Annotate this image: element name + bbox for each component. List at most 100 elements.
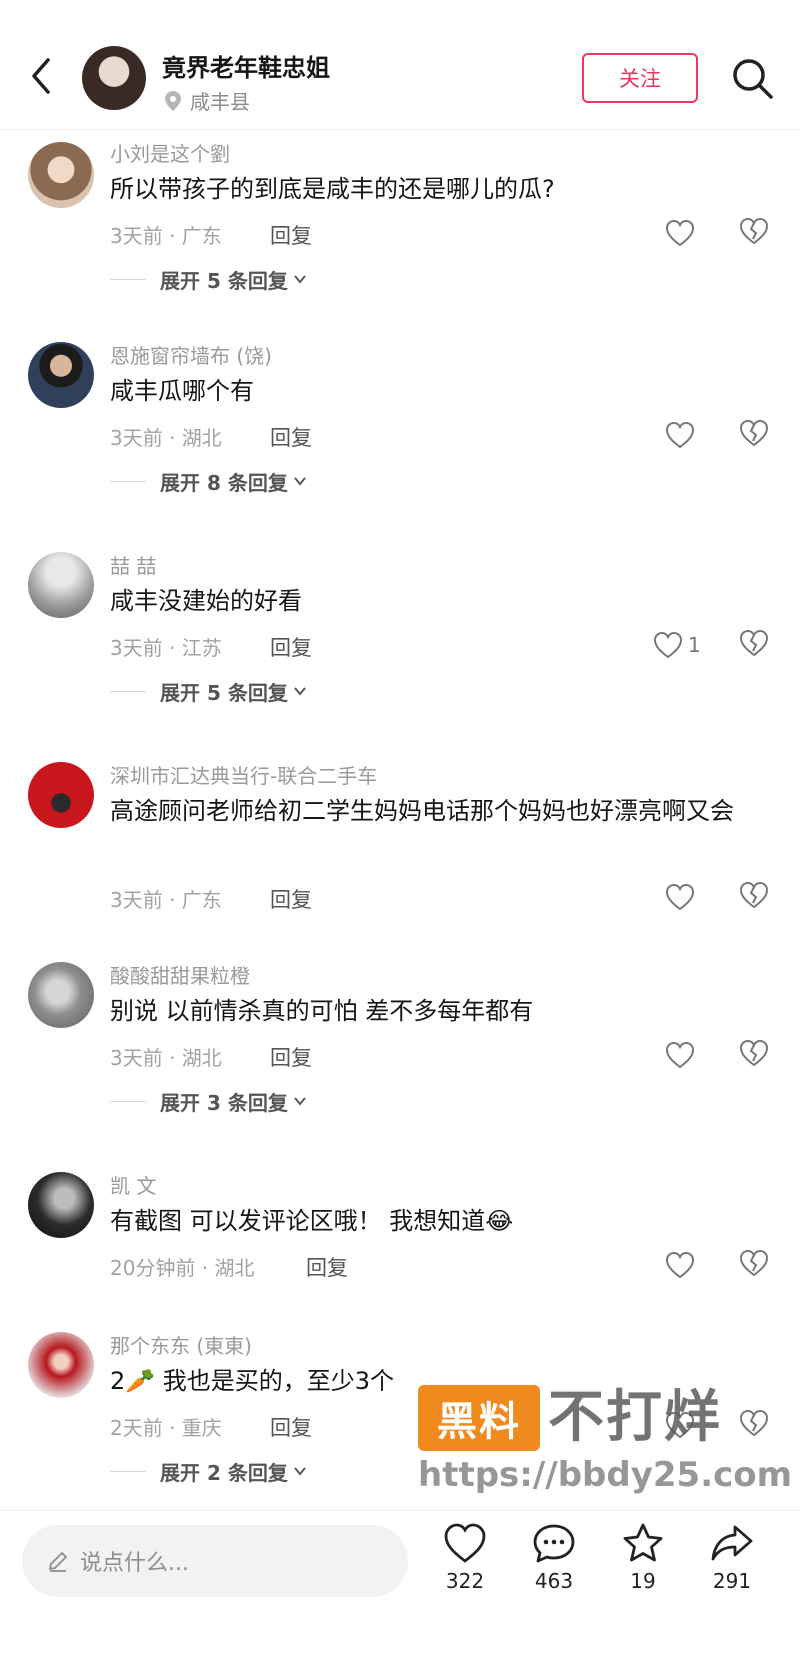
commenter-name[interactable]: 深圳市汇达典当行-联合二手车 bbox=[110, 760, 377, 789]
expand-replies-label: 展开 5 条回复 bbox=[160, 680, 288, 705]
author-name[interactable]: 竟界老年鞋忠姐 bbox=[162, 48, 330, 83]
chevron-down-icon bbox=[294, 1097, 306, 1106]
expand-replies-label: 展开 3 条回复 bbox=[160, 1090, 288, 1115]
expand-replies-button[interactable]: 展开 3 条回复 bbox=[110, 1086, 308, 1116]
commenter-avatar[interactable] bbox=[28, 552, 94, 618]
expand-replies-label: 展开 5 条回复 bbox=[160, 268, 288, 293]
search-button[interactable] bbox=[730, 56, 776, 102]
comment-input[interactable]: 说点什么... bbox=[22, 1525, 408, 1597]
comment-text[interactable]: 2🥕 我也是买的，至少3个 bbox=[110, 1360, 770, 1402]
reply-button[interactable]: 回复 bbox=[306, 1252, 348, 1282]
dislike-button[interactable] bbox=[738, 216, 770, 250]
broken-heart-icon bbox=[739, 217, 769, 245]
like-button[interactable] bbox=[664, 418, 700, 452]
heart-icon bbox=[665, 883, 695, 911]
heart-icon bbox=[665, 219, 695, 247]
comment-post-button[interactable]: 463 bbox=[519, 1521, 589, 1593]
broken-heart-icon bbox=[739, 629, 769, 657]
reply-button[interactable]: 回复 bbox=[270, 632, 312, 662]
heart-icon bbox=[665, 1041, 695, 1069]
expand-replies-label: 展开 8 条回复 bbox=[160, 470, 288, 495]
comment-meta: 3天前 · 江苏 bbox=[110, 636, 222, 660]
like-button[interactable] bbox=[664, 1408, 700, 1442]
commenter-name[interactable]: 那个东东 (東東) bbox=[110, 1330, 252, 1359]
comment-meta: 3天前 · 湖北 bbox=[110, 1046, 222, 1070]
comment-meta: 2天前 · 重庆 bbox=[110, 1416, 222, 1440]
comment-text[interactable]: 咸丰瓜哪个有 bbox=[110, 370, 770, 412]
commenter-avatar[interactable] bbox=[28, 1172, 94, 1238]
divider bbox=[110, 480, 146, 482]
comment-text[interactable]: 咸丰没建始的好看 bbox=[110, 580, 770, 622]
reply-button[interactable]: 回复 bbox=[270, 884, 312, 914]
author-avatar[interactable] bbox=[82, 46, 146, 110]
commenter-name[interactable]: 喆 喆 bbox=[110, 550, 156, 579]
like-button[interactable] bbox=[664, 880, 700, 914]
comment-list[interactable]: 小刘是这个劉 所以带孩子的到底是咸丰的还是哪儿的瓜? 3天前 · 广东 回复 展… bbox=[0, 130, 800, 1510]
like-button[interactable] bbox=[664, 1248, 700, 1282]
commenter-name[interactable]: 恩施窗帘墙布 (饶) bbox=[110, 340, 272, 369]
share-post-button[interactable]: 291 bbox=[697, 1521, 767, 1593]
back-button[interactable] bbox=[26, 54, 56, 98]
search-icon bbox=[733, 59, 773, 99]
commenter-name[interactable]: 小刘是这个劉 bbox=[110, 138, 230, 167]
comment-input-placeholder: 说点什么... bbox=[80, 1551, 189, 1576]
comment-meta: 3天前 · 湖北 bbox=[110, 426, 222, 450]
commenter-name[interactable]: 凯 文 bbox=[110, 1170, 156, 1199]
reply-button[interactable]: 回复 bbox=[270, 1042, 312, 1072]
comment-text[interactable]: 所以带孩子的到底是咸丰的还是哪儿的瓜? bbox=[110, 168, 770, 210]
expand-replies-button[interactable]: 展开 5 条回复 bbox=[110, 676, 308, 706]
like-button[interactable] bbox=[664, 216, 700, 250]
bottom-action-bar: 说点什么... 322 463 19 291 bbox=[0, 1510, 800, 1659]
chevron-left-icon bbox=[32, 58, 50, 94]
star-icon bbox=[623, 1523, 663, 1562]
commenter-avatar[interactable] bbox=[28, 1332, 94, 1398]
expand-replies-label: 展开 2 条回复 bbox=[160, 1460, 288, 1485]
dislike-button[interactable] bbox=[738, 418, 770, 452]
like-button[interactable]: 1 bbox=[652, 628, 701, 662]
share-arrow-icon bbox=[711, 1525, 753, 1561]
favorite-count: 19 bbox=[630, 1569, 656, 1593]
broken-heart-icon bbox=[739, 419, 769, 447]
commenter-avatar[interactable] bbox=[28, 762, 94, 828]
dislike-button[interactable] bbox=[738, 880, 770, 914]
comment-text[interactable]: 有截图 可以发评论区哦！ 我想知道😂 bbox=[110, 1200, 770, 1242]
heart-icon bbox=[665, 1251, 695, 1279]
comment-text[interactable]: 别说 以前情杀真的可怕 差不多每年都有 bbox=[110, 990, 770, 1032]
divider bbox=[110, 1470, 146, 1472]
broken-heart-icon bbox=[739, 1249, 769, 1277]
comment-meta: 20分钟前 · 湖北 bbox=[110, 1256, 255, 1280]
divider bbox=[110, 690, 146, 692]
like-post-button[interactable]: 322 bbox=[430, 1521, 500, 1593]
broken-heart-icon bbox=[739, 1409, 769, 1437]
expand-replies-button[interactable]: 展开 5 条回复 bbox=[110, 264, 308, 294]
reply-button[interactable]: 回复 bbox=[270, 220, 312, 250]
dislike-button[interactable] bbox=[738, 1038, 770, 1072]
commenter-avatar[interactable] bbox=[28, 142, 94, 208]
location[interactable]: 咸丰县 bbox=[164, 86, 250, 115]
dislike-button[interactable] bbox=[738, 1248, 770, 1282]
heart-icon bbox=[665, 421, 695, 449]
reply-button[interactable]: 回复 bbox=[270, 1412, 312, 1442]
heart-icon bbox=[665, 1411, 695, 1439]
expand-replies-button[interactable]: 展开 8 条回复 bbox=[110, 466, 308, 496]
speech-bubble-icon bbox=[533, 1524, 575, 1563]
comment-meta: 3天前 · 广东 bbox=[110, 224, 222, 248]
dislike-button[interactable] bbox=[738, 628, 770, 662]
dislike-button[interactable] bbox=[738, 1408, 770, 1442]
commenter-name[interactable]: 酸酸甜甜果粒橙 bbox=[110, 960, 250, 989]
heart-icon bbox=[444, 1523, 486, 1563]
expand-replies-button[interactable]: 展开 2 条回复 bbox=[110, 1456, 308, 1486]
comment-meta: 3天前 · 广东 bbox=[110, 888, 222, 912]
location-pin-icon bbox=[165, 90, 181, 111]
chevron-down-icon bbox=[294, 477, 306, 486]
chevron-down-icon bbox=[294, 687, 306, 696]
commenter-avatar[interactable] bbox=[28, 342, 94, 408]
like-button[interactable] bbox=[664, 1038, 700, 1072]
reply-button[interactable]: 回复 bbox=[270, 422, 312, 452]
favorite-post-button[interactable]: 19 bbox=[608, 1521, 678, 1593]
divider bbox=[110, 278, 146, 280]
follow-button[interactable]: 关注 bbox=[582, 53, 698, 103]
broken-heart-icon bbox=[739, 881, 769, 909]
commenter-avatar[interactable] bbox=[28, 962, 94, 1028]
comment-text[interactable]: 高途顾问老师给初二学生妈妈电话那个妈妈也好漂亮啊又会 bbox=[110, 790, 770, 832]
